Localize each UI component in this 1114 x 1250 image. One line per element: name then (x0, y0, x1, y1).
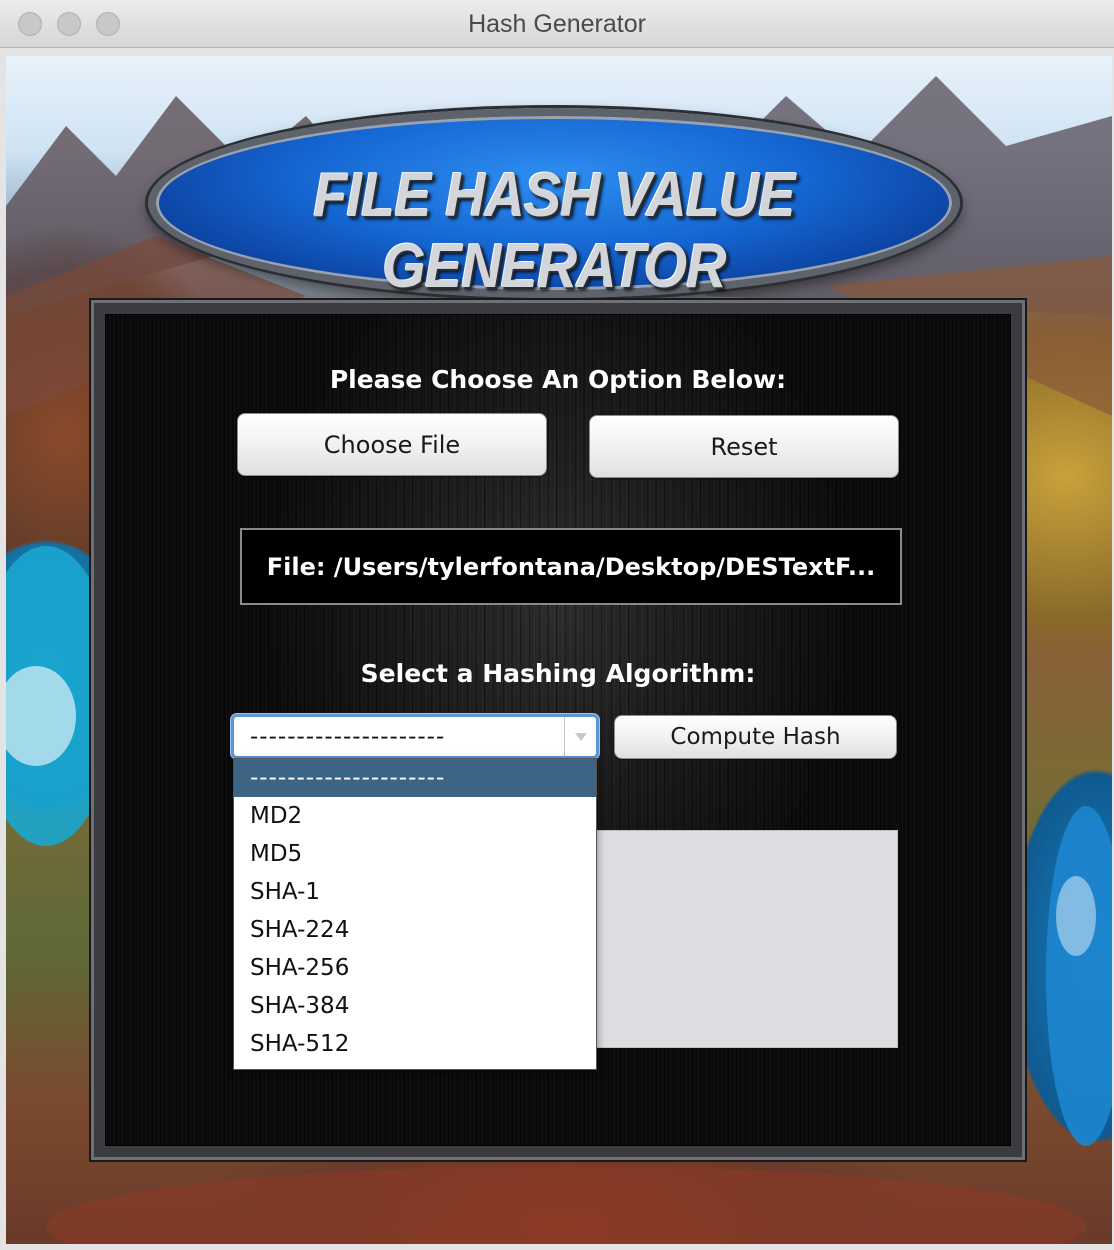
hash-output-area[interactable] (596, 830, 898, 1048)
dropdown-option[interactable]: MD5 (234, 835, 596, 873)
algorithm-select[interactable]: --------------------- (231, 714, 599, 759)
chevron-down-icon[interactable] (564, 717, 596, 756)
dropdown-option[interactable]: SHA-384 (234, 987, 596, 1025)
dropdown-option[interactable]: MD2 (234, 797, 596, 835)
selected-file-path: File: /Users/tylerfontana/Desktop/DESTex… (240, 528, 902, 605)
window-title: Hash Generator (468, 10, 646, 38)
dropdown-option[interactable]: SHA-224 (234, 911, 596, 949)
dropdown-option[interactable]: SHA-1 (234, 873, 596, 911)
choose-file-button[interactable]: Choose File (237, 413, 547, 476)
dropdown-option[interactable]: SHA-512 (234, 1025, 596, 1063)
reset-button[interactable]: Reset (589, 415, 899, 478)
algorithm-heading: Select a Hashing Algorithm: (360, 659, 756, 688)
algorithm-select-value: --------------------- (250, 724, 446, 750)
compute-hash-button[interactable]: Compute Hash (614, 715, 897, 759)
logo-banner: FILE HASH VALUE GENERATOR (148, 108, 960, 301)
title-bar: Hash Generator (0, 0, 1114, 48)
dropdown-option[interactable]: SHA-256 (234, 949, 596, 987)
choose-option-heading: Please Choose An Option Below: (329, 365, 787, 394)
logo-text: FILE HASH VALUE GENERATOR (313, 161, 795, 301)
algorithm-dropdown-list: --------------------- MD2 MD5 SHA-1 SHA-… (233, 758, 597, 1070)
dropdown-option[interactable]: --------------------- (234, 759, 596, 797)
